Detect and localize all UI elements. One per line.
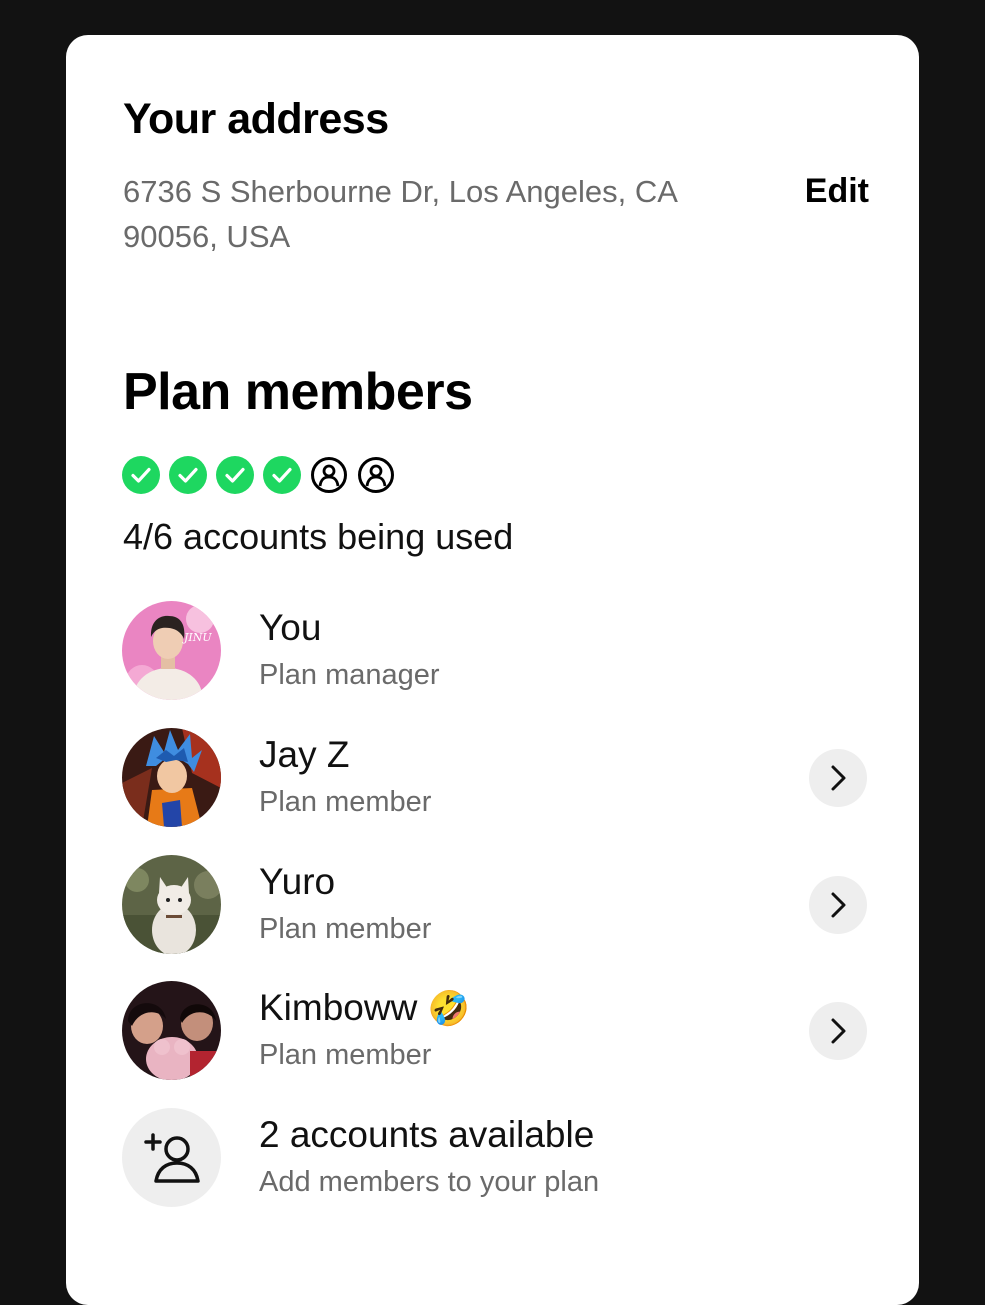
plan-members-title: Plan members — [123, 363, 473, 421]
person-circle-icon — [311, 457, 347, 493]
check-circle-icon — [122, 456, 160, 494]
address-title: Your address — [123, 95, 389, 143]
person-circle-icon — [358, 457, 394, 493]
svg-text:JINU: JINU — [182, 631, 212, 644]
member-name-text: Kimboww — [259, 987, 418, 1028]
member-details-button[interactable] — [809, 749, 867, 807]
add-member-button[interactable] — [122, 1108, 221, 1207]
member-name: Yuro — [259, 861, 336, 902]
member-role: Plan manager — [259, 659, 440, 691]
member-name: Jay Z — [259, 734, 350, 775]
member-details-button[interactable] — [809, 1002, 867, 1060]
member-role: Plan member — [259, 1039, 432, 1071]
avatar — [122, 981, 221, 1080]
accounts-usage-text: 4/6 accounts being used — [123, 516, 514, 557]
member-role: Plan member — [259, 913, 432, 945]
avatar — [122, 855, 221, 954]
chevron-right-icon — [831, 1018, 846, 1044]
member-row-jay-z[interactable]: Jay Z Plan member — [122, 728, 867, 828]
check-circle-icon — [263, 456, 301, 494]
rofl-emoji-icon: 🤣 — [427, 989, 470, 1029]
plan-card: Your address 6736 S Sherbourne Dr, Los A… — [66, 35, 919, 1305]
member-row-yuro[interactable]: Yuro Plan member — [122, 855, 867, 955]
chevron-right-icon — [831, 892, 846, 918]
check-circle-icon — [169, 456, 207, 494]
accounts-available-title: 2 accounts available — [259, 1114, 595, 1155]
add-person-icon — [143, 1132, 200, 1183]
accounts-available-subtitle: Add members to your plan — [259, 1166, 600, 1198]
chevron-right-icon — [831, 765, 846, 791]
address-text: 6736 S Sherbourne Dr, Los Angeles, CA 90… — [123, 174, 677, 254]
member-details-button[interactable] — [809, 876, 867, 934]
edit-address-button[interactable]: Edit — [805, 172, 869, 211]
avatar — [122, 728, 221, 827]
member-name: Kimboww 🤣 — [259, 987, 470, 1029]
member-row-you: JINU You Plan manager — [122, 601, 867, 701]
check-circle-icon — [216, 456, 254, 494]
member-role: Plan member — [259, 786, 432, 818]
member-name: You — [259, 607, 322, 648]
member-row-kimboww[interactable]: Kimboww 🤣 Plan member — [122, 981, 867, 1081]
add-members-row[interactable]: 2 accounts available Add members to your… — [122, 1108, 867, 1208]
avatar: JINU — [122, 601, 221, 700]
account-slots — [122, 456, 395, 494]
